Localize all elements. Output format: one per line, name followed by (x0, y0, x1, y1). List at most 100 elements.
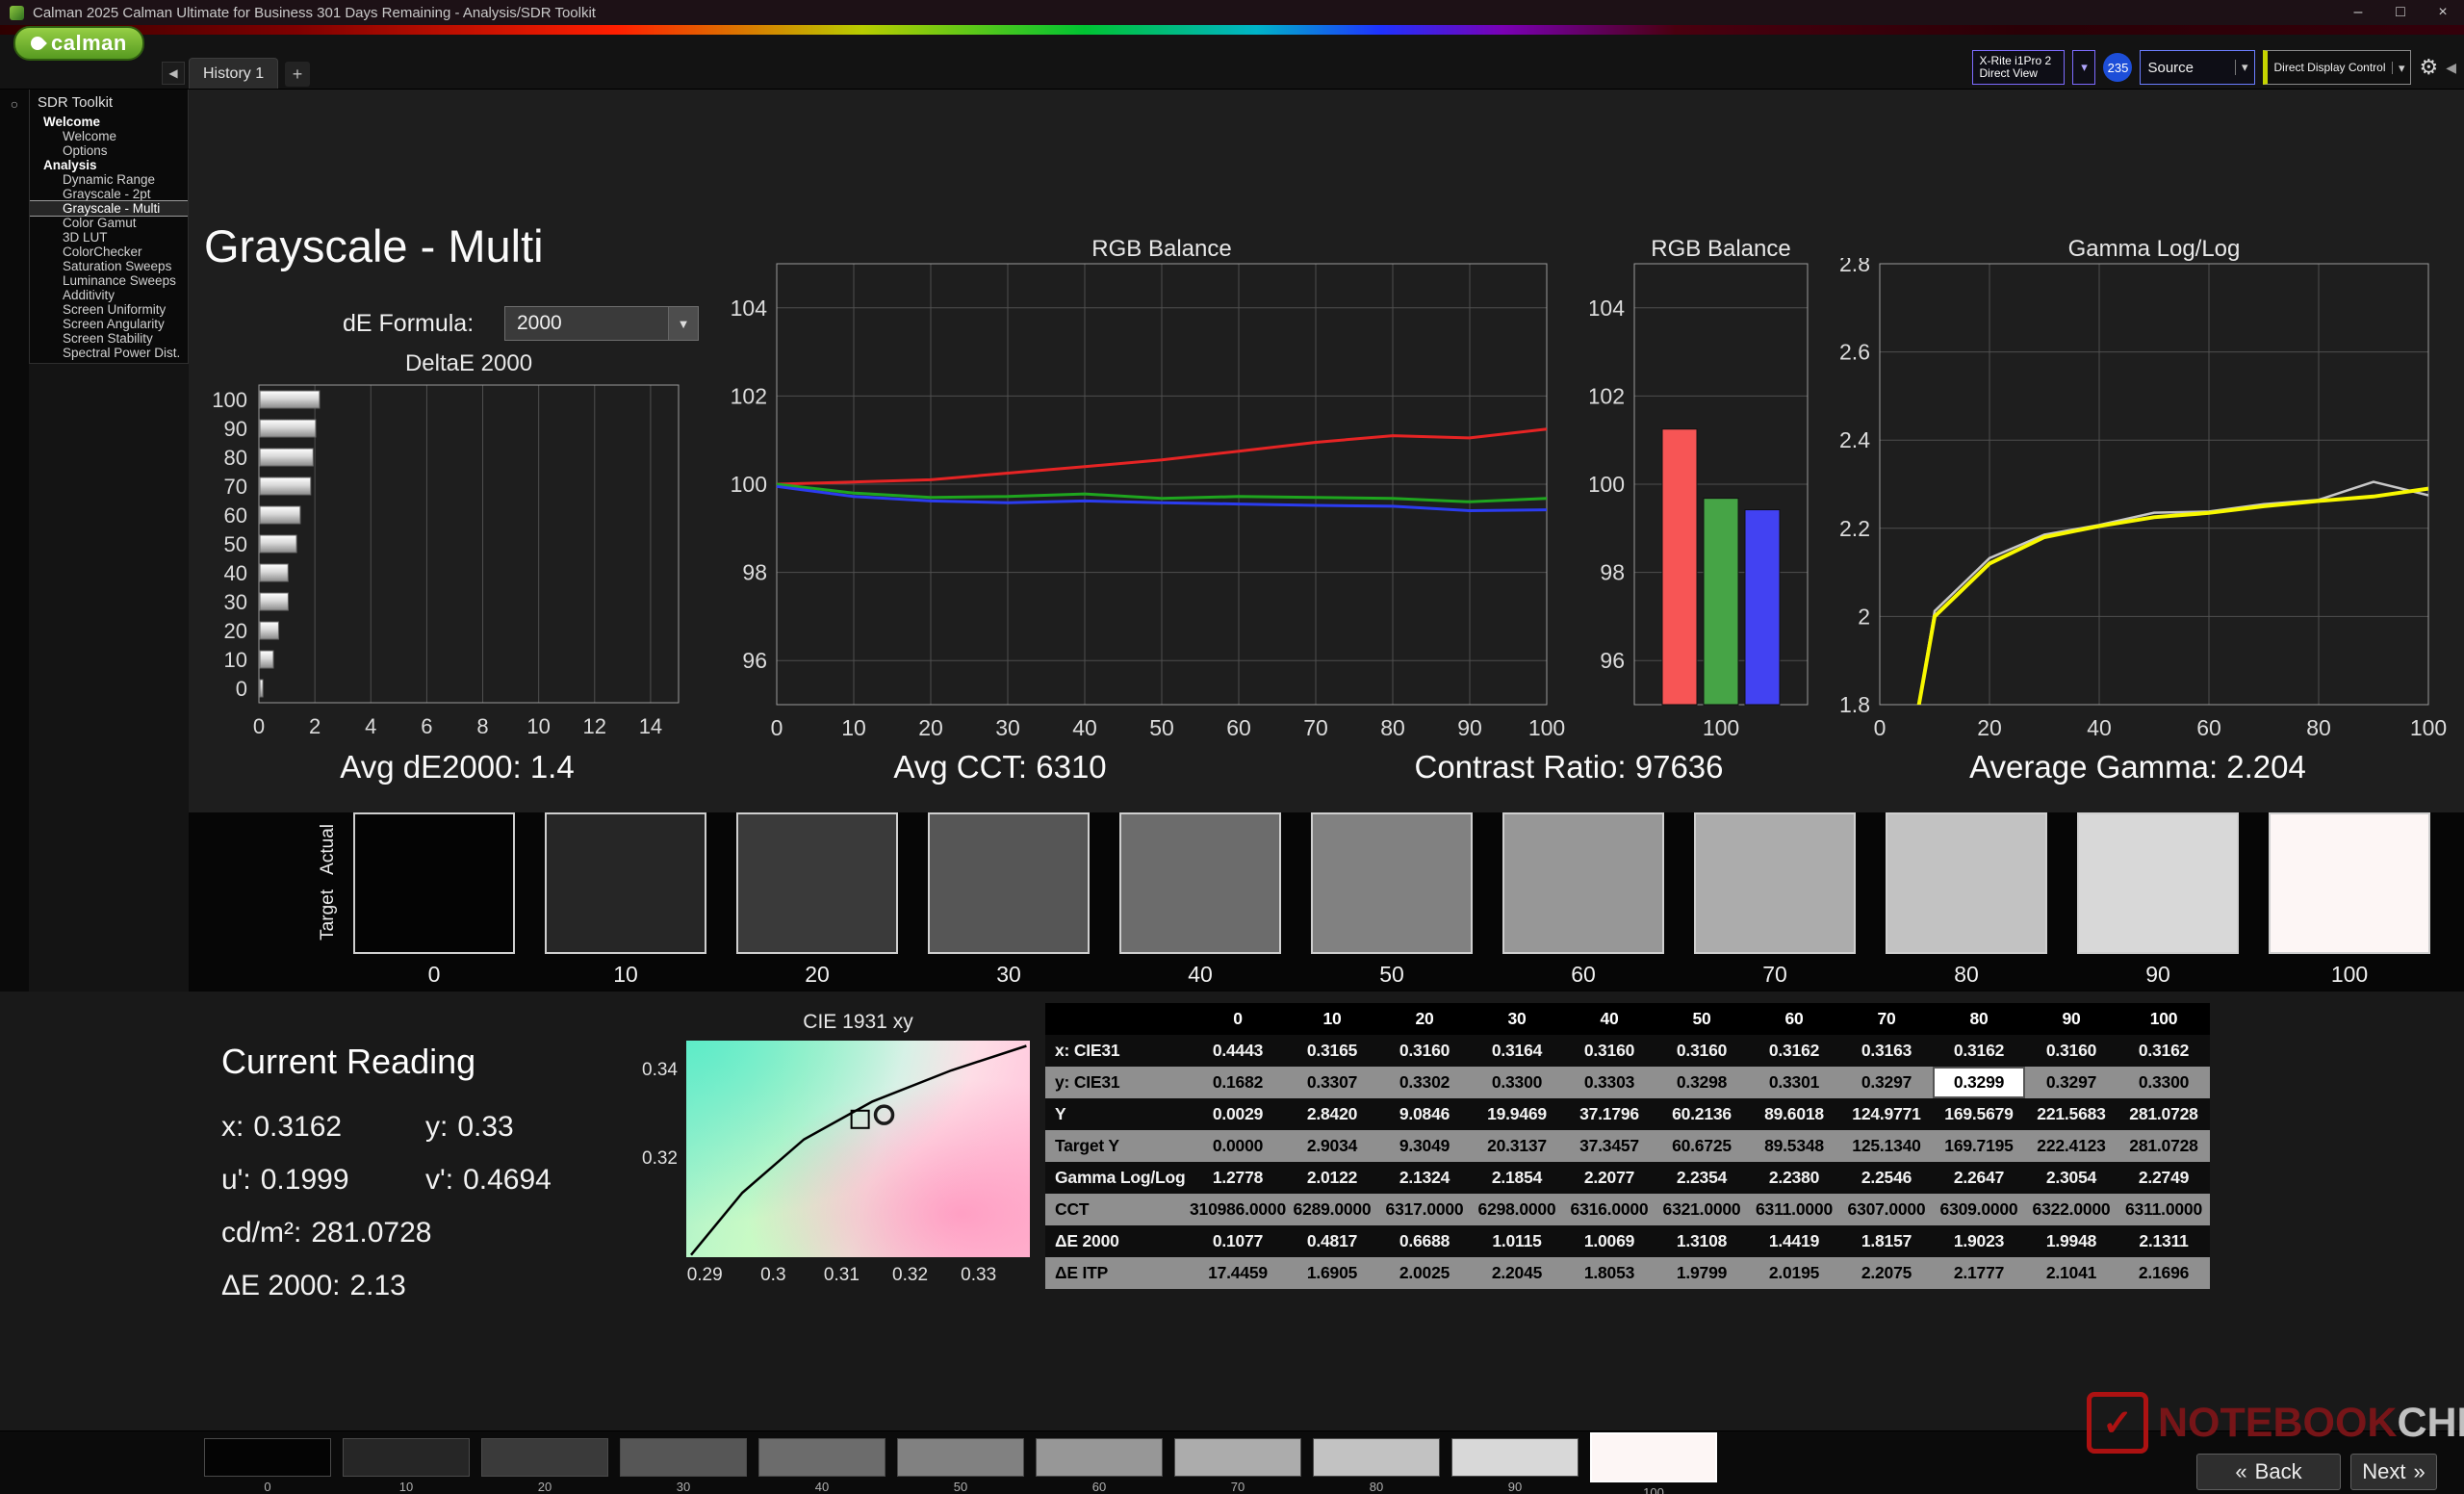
sidebar-item-options[interactable]: Options (30, 143, 188, 158)
table-cell[interactable]: 0.3298 (1656, 1067, 1748, 1098)
workspace-icon[interactable]: ○ (6, 96, 23, 114)
next-button[interactable]: Next » (2350, 1454, 2437, 1490)
table-cell[interactable]: 6289.0000 (1286, 1194, 1378, 1225)
table-cell[interactable]: 0.3297 (2025, 1067, 2118, 1098)
table-cell[interactable]: 2.2749 (2118, 1162, 2210, 1194)
settings-gear-icon[interactable]: ⚙ (2419, 55, 2438, 80)
de-formula-dropdown[interactable]: 2000 ▼ (504, 306, 699, 341)
table-cell[interactable]: 1.6905 (1286, 1257, 1378, 1289)
table-cell[interactable]: 89.6018 (1748, 1098, 1840, 1130)
table-cell[interactable]: 221.5683 (2025, 1098, 2118, 1130)
table-cell[interactable]: 0.3165 (1286, 1035, 1378, 1067)
table-cell[interactable]: 2.2075 (1840, 1257, 1933, 1289)
sidebar-item-saturation-sweeps[interactable]: Saturation Sweeps (30, 259, 188, 273)
table-cell[interactable]: 2.1311 (2118, 1225, 2210, 1257)
sidebar-item-grayscale-multi[interactable]: Grayscale - Multi (30, 201, 188, 216)
table-cell[interactable]: 0.3162 (2118, 1035, 2210, 1067)
table-cell[interactable]: 6298.0000 (1471, 1194, 1563, 1225)
table-cell[interactable]: 6307.0000 (1840, 1194, 1933, 1225)
level-strip-swatch-50[interactable]: 50 (897, 1438, 1024, 1494)
table-cell[interactable]: 2.3054 (2025, 1162, 2118, 1194)
table-cell[interactable]: 0.0000 (1190, 1130, 1286, 1162)
table-cell[interactable]: 0.1682 (1190, 1067, 1286, 1098)
meter-dropdown-arrow-icon[interactable]: ▾ (2072, 50, 2095, 85)
sidebar-item-color-gamut[interactable]: Color Gamut (30, 216, 188, 230)
table-cell[interactable]: 169.7195 (1933, 1130, 2025, 1162)
sidebar-collapse-button[interactable]: ◀ (162, 62, 185, 85)
level-strip-swatch-70[interactable]: 70 (1174, 1438, 1301, 1494)
table-cell[interactable]: 0.4817 (1286, 1225, 1378, 1257)
table-cell[interactable]: 2.1041 (2025, 1257, 2118, 1289)
source-dropdown[interactable]: Source ▾ (2140, 50, 2255, 85)
table-cell[interactable]: 125.1340 (1840, 1130, 1933, 1162)
sidebar-item-luminance-sweeps[interactable]: Luminance Sweeps (30, 273, 188, 288)
sidebar-section-analysis[interactable]: Analysis (30, 158, 188, 172)
table-cell[interactable]: 0.3302 (1378, 1067, 1471, 1098)
table-cell[interactable]: 281.0728 (2118, 1130, 2210, 1162)
table-cell[interactable]: 0.3303 (1563, 1067, 1656, 1098)
sidebar-item-screen-stability[interactable]: Screen Stability (30, 331, 188, 346)
table-cell[interactable]: 2.2546 (1840, 1162, 1933, 1194)
table-cell[interactable]: 1.4419 (1748, 1225, 1840, 1257)
table-cell[interactable]: 19.9469 (1471, 1098, 1563, 1130)
sidebar-item-additivity[interactable]: Additivity (30, 288, 188, 302)
level-strip-swatch-90[interactable]: 90 (1451, 1438, 1578, 1494)
new-tab-button[interactable]: + (285, 62, 310, 87)
table-cell[interactable]: 2.2045 (1471, 1257, 1563, 1289)
table-cell[interactable]: 1.8157 (1840, 1225, 1933, 1257)
table-cell[interactable]: 2.0195 (1748, 1257, 1840, 1289)
table-cell[interactable]: 89.5348 (1748, 1130, 1840, 1162)
sidebar-item-screen-angularity[interactable]: Screen Angularity (30, 317, 188, 331)
maximize-button[interactable]: □ (2379, 0, 2422, 25)
level-strip-swatch-40[interactable]: 40 (758, 1438, 886, 1494)
table-cell[interactable]: 1.0069 (1563, 1225, 1656, 1257)
table-cell[interactable]: 0.3297 (1840, 1067, 1933, 1098)
table-cell[interactable]: 0.3300 (1471, 1067, 1563, 1098)
table-cell[interactable]: 60.6725 (1656, 1130, 1748, 1162)
table-cell[interactable]: 2.2647 (1933, 1162, 2025, 1194)
level-strip-swatch-60[interactable]: 60 (1036, 1438, 1163, 1494)
level-strip-swatch-10[interactable]: 10 (343, 1438, 470, 1494)
table-cell[interactable]: 1.3108 (1656, 1225, 1748, 1257)
table-cell[interactable]: 6311.0000 (1748, 1194, 1840, 1225)
panel-collapse-icon[interactable]: ◀ (2446, 60, 2456, 76)
table-cell[interactable]: 0.3162 (1748, 1035, 1840, 1067)
table-cell[interactable]: 37.1796 (1563, 1098, 1656, 1130)
table-cell[interactable]: 2.2077 (1563, 1162, 1656, 1194)
level-strip-swatch-80[interactable]: 80 (1313, 1438, 1440, 1494)
sidebar-item-welcome[interactable]: Welcome (30, 129, 188, 143)
level-strip-swatch-0[interactable]: 0 (204, 1438, 331, 1494)
table-cell[interactable]: 0.3299 (1933, 1067, 2025, 1098)
table-cell[interactable]: 6309.0000 (1933, 1194, 2025, 1225)
table-cell[interactable]: 0.3301 (1748, 1067, 1840, 1098)
table-cell[interactable]: 310986.0000 (1190, 1194, 1286, 1225)
display-control-dropdown[interactable]: Direct Display Control ▾ (2263, 50, 2411, 85)
table-cell[interactable]: 9.3049 (1378, 1130, 1471, 1162)
table-cell[interactable]: 1.8053 (1563, 1257, 1656, 1289)
table-cell[interactable]: 0.3164 (1471, 1035, 1563, 1067)
table-cell[interactable]: 1.9023 (1933, 1225, 2025, 1257)
table-cell[interactable]: 6317.0000 (1378, 1194, 1471, 1225)
sidebar-item-screen-uniformity[interactable]: Screen Uniformity (30, 302, 188, 317)
sidebar-item-grayscale-2pt[interactable]: Grayscale - 2pt (30, 187, 188, 201)
table-cell[interactable]: 0.4443 (1190, 1035, 1286, 1067)
table-cell[interactable]: 2.1777 (1933, 1257, 2025, 1289)
table-cell[interactable]: 20.3137 (1471, 1130, 1563, 1162)
sidebar-item-3d-lut[interactable]: 3D LUT (30, 230, 188, 245)
table-cell[interactable]: 0.6688 (1378, 1225, 1471, 1257)
table-cell[interactable]: 1.0115 (1471, 1225, 1563, 1257)
table-cell[interactable]: 2.2354 (1656, 1162, 1748, 1194)
table-cell[interactable]: 37.3457 (1563, 1130, 1656, 1162)
table-cell[interactable]: 222.4123 (2025, 1130, 2118, 1162)
level-strip-swatch-100[interactable]: 100 (1590, 1438, 1717, 1494)
table-cell[interactable]: 6322.0000 (2025, 1194, 2118, 1225)
minimize-button[interactable]: – (2337, 0, 2379, 25)
table-cell[interactable]: 0.1077 (1190, 1225, 1286, 1257)
table-cell[interactable]: 0.3160 (2025, 1035, 2118, 1067)
level-strip-swatch-20[interactable]: 20 (481, 1438, 608, 1494)
table-cell[interactable]: 2.8420 (1286, 1098, 1378, 1130)
table-cell[interactable]: 2.0025 (1378, 1257, 1471, 1289)
table-cell[interactable]: 6321.0000 (1656, 1194, 1748, 1225)
table-cell[interactable]: 2.0122 (1286, 1162, 1378, 1194)
table-cell[interactable]: 60.2136 (1656, 1098, 1748, 1130)
